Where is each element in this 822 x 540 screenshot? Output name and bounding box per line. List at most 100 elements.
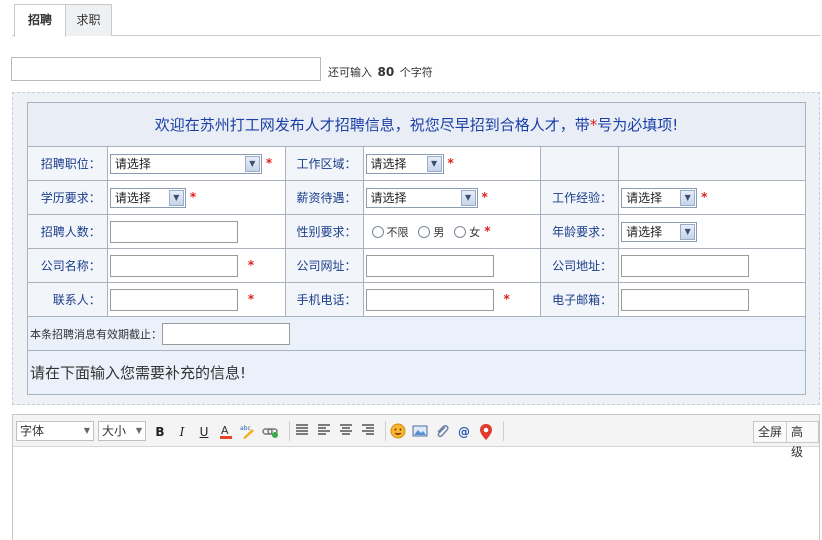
chevron-down-icon: ▼ <box>460 189 476 206</box>
font-size-select[interactable]: 大小 ▼ <box>98 421 146 441</box>
required-mark: * <box>481 190 488 204</box>
chevron-down-icon: ▼ <box>680 223 696 240</box>
cell-headcount <box>106 214 286 249</box>
cell-email <box>618 282 806 317</box>
italic-button[interactable]: I <box>173 423 191 441</box>
expiry-date-input[interactable] <box>162 322 290 345</box>
gender-radio-female[interactable] <box>454 225 467 238</box>
toolbar-divider <box>503 421 504 441</box>
age-select-value: 请选择 <box>626 224 663 239</box>
bold-button[interactable]: B <box>151 423 169 441</box>
tab-bar: 招聘 求职 <box>12 4 820 37</box>
headcount-input[interactable] <box>109 220 238 243</box>
company-website-input[interactable] <box>365 254 494 277</box>
label-education: 学历要求： <box>27 180 108 215</box>
required-mark: * <box>247 292 255 306</box>
gender-option-female: 女 <box>469 225 481 239</box>
required-mark: * <box>503 292 510 306</box>
underline-button[interactable]: U <box>195 423 213 441</box>
experience-select[interactable]: 请选择 ▼ <box>621 187 698 208</box>
link-icon[interactable] <box>261 423 279 441</box>
cell-experience: 请选择 ▼ * <box>618 180 806 215</box>
at-mention-icon[interactable]: @ <box>455 423 473 441</box>
salary-select-value: 请选择 <box>370 190 407 205</box>
email-input[interactable] <box>621 288 750 311</box>
map-pin-icon[interactable] <box>477 423 495 441</box>
required-mark: * <box>701 190 708 204</box>
expiry-label: 本条招聘消息有效期截止： <box>30 327 162 341</box>
cell-education: 请选择 ▼ * <box>106 180 286 215</box>
label-company-website: 公司网址： <box>284 248 364 283</box>
label-position: 招聘职位： <box>27 146 108 181</box>
editor-content-area[interactable] <box>13 448 819 540</box>
header-text-a: 欢迎在苏州打工网发布人才招聘信息，祝您尽早招到合格人才，带 <box>154 116 590 134</box>
cell-company-website <box>362 248 542 283</box>
phone-input[interactable] <box>365 288 494 311</box>
label-company-name: 公司名称： <box>27 248 108 283</box>
editor-toolbar: 字体 ▼ 大小 ▼ B I U A abc @ 全屏 高级 <box>13 415 819 459</box>
align-right-icon[interactable] <box>359 423 377 441</box>
hint-prefix: 还可输入 <box>328 66 372 79</box>
label-work-area: 工作区域： <box>284 146 364 181</box>
image-icon[interactable] <box>411 423 429 441</box>
label-salary: 薪资待遇： <box>284 180 364 215</box>
chevron-down-icon: ▼ <box>426 155 442 172</box>
work-area-select[interactable]: 请选择 ▼ <box>365 153 444 174</box>
label-headcount: 招聘人数： <box>27 214 108 249</box>
font-color-icon[interactable]: A <box>217 423 235 441</box>
empty-cell <box>618 146 806 181</box>
empty-cell <box>540 146 620 181</box>
education-select[interactable]: 请选择 ▼ <box>109 187 186 208</box>
gender-radio-any[interactable] <box>371 225 384 238</box>
chevron-down-icon: ▼ <box>135 426 142 435</box>
align-center-icon[interactable] <box>337 423 355 441</box>
rich-text-editor: 字体 ▼ 大小 ▼ B I U A abc @ 全屏 高级 <box>12 414 820 540</box>
svg-text:A: A <box>221 424 229 437</box>
header-text-b: 号为必填项! <box>597 116 679 134</box>
gender-option-any: 不限 <box>386 225 409 239</box>
label-gender: 性别要求： <box>284 214 364 249</box>
cell-work-area: 请选择 ▼ * <box>362 146 542 181</box>
cell-phone: * <box>362 282 542 317</box>
company-name-input[interactable] <box>109 254 238 277</box>
label-age: 年龄要求： <box>540 214 620 249</box>
chevron-down-icon: ▼ <box>83 426 90 435</box>
position-select[interactable]: 请选择 ▼ <box>109 153 262 174</box>
cell-contact: * <box>106 282 286 317</box>
form-header: 欢迎在苏州打工网发布人才招聘信息，祝您尽早招到合格人才，带*号为必填项! <box>27 102 806 147</box>
contact-input[interactable] <box>109 288 238 311</box>
advanced-button[interactable]: 高级 <box>786 421 819 459</box>
fullscreen-button[interactable]: 全屏 <box>753 421 788 443</box>
label-contact: 联系人： <box>27 282 108 317</box>
required-mark: * <box>265 156 273 170</box>
education-select-value: 请选择 <box>114 190 151 205</box>
svg-text:abc: abc <box>240 425 251 432</box>
font-family-select[interactable]: 字体 ▼ <box>16 421 94 441</box>
hint-suffix: 个字符 <box>399 66 433 79</box>
required-mark: * <box>189 190 197 204</box>
salary-select[interactable]: 请选择 ▼ <box>365 187 478 208</box>
font-family-value: 字体 <box>20 424 45 438</box>
tab-job-seek[interactable]: 求职 <box>66 4 112 36</box>
attachment-icon[interactable] <box>433 423 451 441</box>
cell-age: 请选择 ▼ <box>618 214 806 249</box>
label-email: 电子邮箱： <box>540 282 620 317</box>
recruit-form-table: 欢迎在苏州打工网发布人才招聘信息，祝您尽早招到合格人才，带*号为必填项! 招聘职… <box>27 102 806 395</box>
tab-recruit[interactable]: 招聘 <box>14 4 66 37</box>
align-left-icon[interactable] <box>293 423 311 441</box>
position-select-value: 请选择 <box>114 156 151 171</box>
experience-select-value: 请选择 <box>626 190 663 205</box>
company-address-input[interactable] <box>621 254 750 277</box>
spellcheck-icon[interactable]: abc <box>239 423 257 441</box>
align-left-text-icon[interactable] <box>315 423 333 441</box>
chevron-down-icon: ▼ <box>244 155 260 172</box>
toolbar-divider <box>385 421 386 441</box>
emoticon-icon[interactable] <box>389 423 407 441</box>
title-char-hint: 还可输入 80 个字符 <box>328 64 433 80</box>
gender-radio-male[interactable] <box>418 225 431 238</box>
title-input[interactable] <box>11 57 321 81</box>
age-select[interactable]: 请选择 ▼ <box>621 221 698 242</box>
label-phone: 手机电话： <box>284 282 364 317</box>
cell-position: 请选择 ▼ * <box>106 146 286 181</box>
work-area-select-value: 请选择 <box>370 156 407 171</box>
